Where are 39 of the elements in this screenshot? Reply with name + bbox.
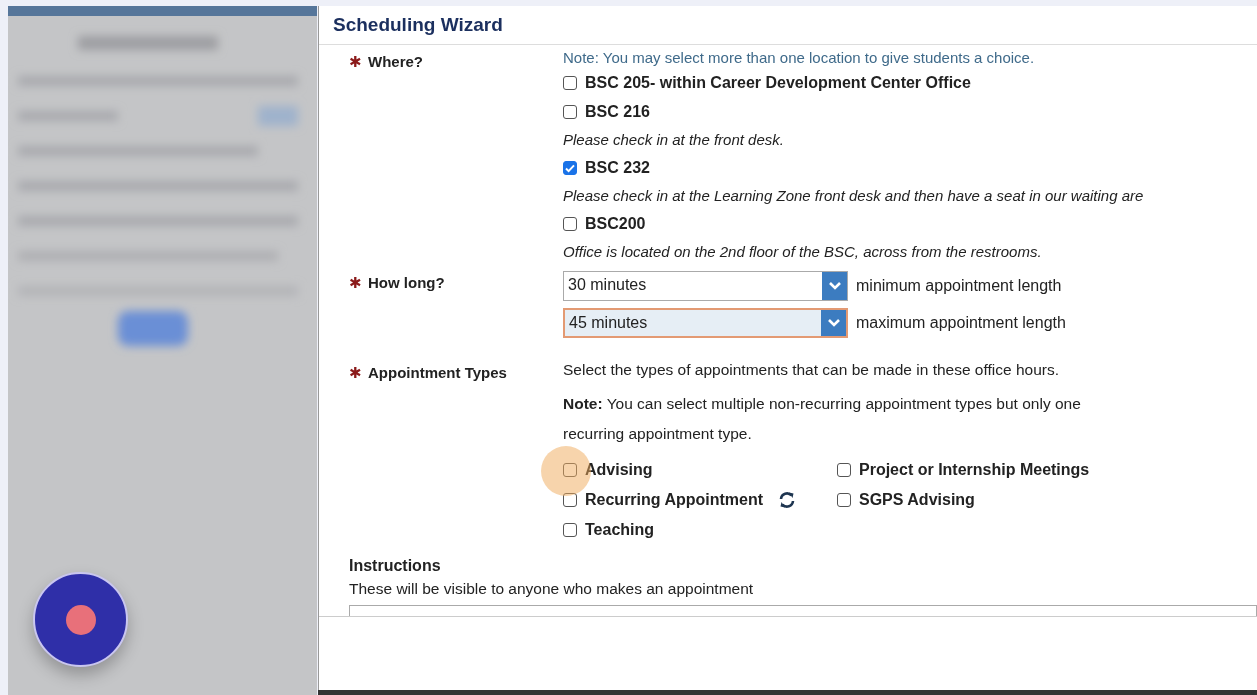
instructions-hint: These will be visible to anyone who makes an appointment [349, 579, 755, 599]
types-note: Note: You can select multiple non-recurring appointment types but only one recurring appointment type. [563, 394, 1082, 444]
checkbox[interactable] [563, 75, 577, 90]
required-mark: ✱ [349, 274, 362, 292]
required-mark: ✱ [349, 53, 362, 71]
location-hint: Please check in at the Learning Zone front desk and then have a seat in our waiting are [563, 186, 1144, 206]
duration-select[interactable]: 45 minutes [563, 308, 848, 338]
select-caption: minimum appointment length [856, 277, 1062, 295]
field-label: Where? [368, 53, 423, 70]
type-label: Teaching [585, 521, 655, 539]
checkbox[interactable] [837, 493, 851, 507]
select-caption: maximum appointment length [856, 314, 1066, 332]
duration-select[interactable]: 30 minutes [563, 271, 848, 301]
type-label: Recurring Appointment [585, 491, 764, 509]
location-label: BSC 216 [585, 102, 650, 121]
location-note: Note: You may select more than one location to give students a choice. [563, 48, 1036, 68]
location-hint: Please check in at the front desk. [563, 130, 785, 150]
location-hint: Office is located on the 2nd floor of the BSC, across from the restrooms. [563, 242, 1043, 262]
checkbox[interactable] [563, 493, 577, 507]
field-label: Appointment Types [368, 364, 507, 381]
field-label: How long? [368, 274, 445, 291]
type-label: Project or Internship Meetings [859, 461, 1090, 479]
checkbox[interactable] [563, 104, 577, 119]
chevron-down-icon [821, 310, 846, 336]
location-label: BSC 232 [585, 158, 650, 177]
dialog-title: Scheduling Wizard [333, 14, 503, 36]
checkbox[interactable] [837, 463, 851, 477]
location-label: BSC 205- within Career Development Center Office [585, 73, 971, 92]
checkbox[interactable] [563, 463, 577, 477]
checkbox[interactable] [563, 216, 577, 231]
types-intro: Select the types of appointments that can be made in these office hours. [563, 360, 1061, 380]
chevron-down-icon [822, 272, 847, 300]
required-mark: ✱ [349, 364, 362, 382]
type-label: Advising [585, 461, 653, 479]
checkbox[interactable] [563, 160, 577, 175]
checkbox[interactable] [563, 523, 577, 537]
type-label: SGPS Advising [859, 491, 975, 509]
location-label: BSC200 [585, 214, 646, 233]
instructions-label: Instructions [349, 556, 442, 576]
